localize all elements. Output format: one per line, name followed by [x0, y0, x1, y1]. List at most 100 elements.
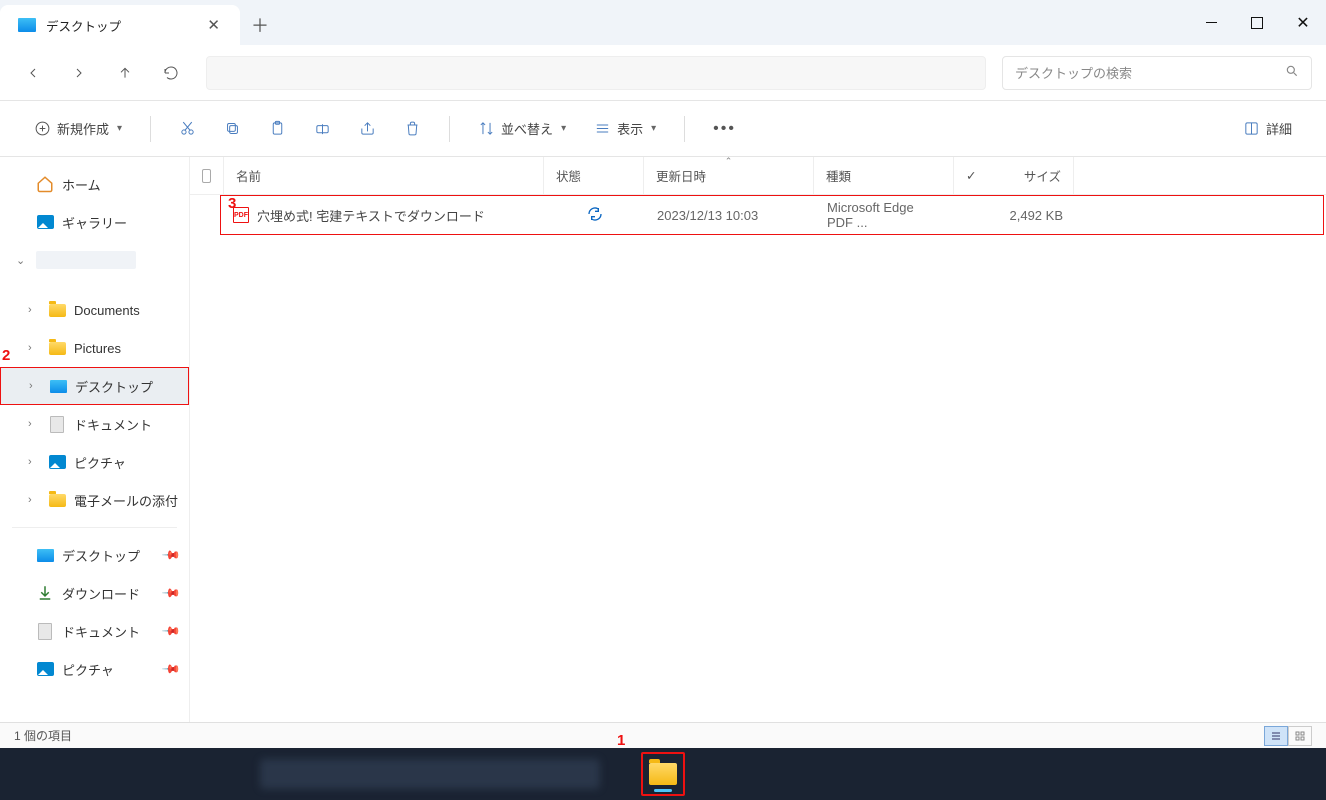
details-view-button[interactable] — [1264, 726, 1288, 746]
file-name-cell: 穴埋め式! 宅建テキストでダウンロード — [221, 206, 545, 225]
chevron-down-icon: ▾ — [651, 123, 656, 134]
close-window-button[interactable]: ✕ — [1280, 0, 1326, 45]
maximize-button[interactable] — [1234, 0, 1280, 45]
body: ホーム ギャラリー ⌄ › Documents › Pictures › デスク… — [0, 157, 1326, 722]
sidebar-item-desktop[interactable]: › デスクトップ — [0, 367, 189, 405]
search-box[interactable]: デスクトップの検索 — [1002, 56, 1312, 90]
titlebar: デスクトップ ✕ ＋ ✕ — [0, 0, 1326, 45]
sidebar-item-email[interactable]: › 電子メールの添付 — [0, 481, 189, 519]
sidebar-label: ギャラリー — [62, 213, 127, 232]
up-button[interactable] — [106, 55, 144, 91]
file-state-cell — [545, 206, 645, 225]
taskbar-explorer-icon[interactable] — [641, 752, 685, 796]
header-date[interactable]: ⌃ 更新日時 — [644, 157, 814, 194]
tab-active[interactable]: デスクトップ ✕ — [0, 5, 240, 45]
sidebar-item-pictures[interactable]: › Pictures — [0, 329, 189, 367]
more-button[interactable]: ••• — [703, 111, 746, 147]
sidebar[interactable]: ホーム ギャラリー ⌄ › Documents › Pictures › デスク… — [0, 157, 190, 722]
chevron-down-icon: ▾ — [117, 123, 122, 134]
search-placeholder: デスクトップの検索 — [1015, 63, 1132, 82]
sidebar-item-documents-jp[interactable]: › ドキュメント — [0, 405, 189, 443]
pin-icon: 📌 — [161, 659, 181, 679]
item-count: 1 個の項目 — [14, 727, 72, 744]
sidebar-quick-download[interactable]: ダウンロード 📌 — [0, 574, 189, 612]
folder-icon — [48, 491, 66, 509]
sidebar-quick-pictures[interactable]: ピクチャ 📌 — [0, 650, 189, 688]
sidebar-label: ドキュメント — [74, 415, 152, 434]
status-bar: 1 個の項目 — [0, 722, 1326, 748]
sidebar-label: Documents — [74, 303, 140, 318]
share-button[interactable] — [349, 111, 386, 147]
paste-button[interactable] — [259, 111, 296, 147]
tab-close-button[interactable]: ✕ — [201, 14, 226, 36]
sidebar-label: ドキュメント — [62, 622, 140, 641]
header-state[interactable]: 状態 — [544, 157, 644, 194]
sync-icon — [587, 206, 603, 225]
pin-icon: 📌 — [161, 621, 181, 641]
address-bar[interactable] — [206, 56, 986, 90]
check-icon: ✓ — [966, 168, 976, 183]
toolbar: 新規作成 ▾ 並べ替え ▾ 表示 ▾ ••• 詳細 — [0, 101, 1326, 157]
chevron-right-icon[interactable]: › — [28, 494, 40, 506]
sidebar-label: ホーム — [62, 175, 101, 194]
sort-button[interactable]: 並べ替え ▾ — [468, 111, 576, 147]
chevron-right-icon[interactable]: › — [28, 456, 40, 468]
file-row[interactable]: 穴埋め式! 宅建テキストでダウンロード 2023/12/13 10:03 Mic… — [220, 195, 1324, 235]
icons-view-button[interactable] — [1288, 726, 1312, 746]
chevron-down-icon[interactable]: ⌄ — [16, 254, 28, 267]
delete-button[interactable] — [394, 111, 431, 147]
header-type[interactable]: 種類 — [814, 157, 954, 194]
folder-icon — [48, 339, 66, 357]
window-controls: ✕ — [1188, 0, 1326, 45]
sort-indicator-up-icon: ⌃ — [725, 156, 733, 167]
view-button[interactable]: 表示 ▾ — [584, 111, 666, 147]
sidebar-label: ピクチャ — [62, 660, 114, 679]
annotation-2: 2 — [2, 347, 10, 364]
sidebar-item-pictures-jp[interactable]: › ピクチャ — [0, 443, 189, 481]
desktop-icon — [18, 18, 36, 32]
details-button[interactable]: 詳細 — [1233, 111, 1302, 147]
tab-title: デスクトップ — [46, 16, 191, 35]
cut-button[interactable] — [169, 111, 206, 147]
rename-button[interactable] — [304, 111, 341, 147]
forward-button[interactable] — [60, 55, 98, 91]
annotation-1: 1 — [617, 732, 625, 749]
chevron-right-icon[interactable]: › — [28, 342, 40, 354]
header-name[interactable]: 名前 — [224, 157, 544, 194]
sidebar-item-home[interactable]: ホーム — [0, 165, 189, 203]
pin-icon: 📌 — [161, 545, 181, 565]
new-button[interactable]: 新規作成 ▾ — [24, 111, 132, 147]
sidebar-quick-desktop[interactable]: デスクトップ 📌 — [0, 536, 189, 574]
file-type-cell: Microsoft Edge PDF ... — [815, 200, 955, 230]
sidebar-label: ピクチャ — [74, 453, 126, 472]
chevron-right-icon[interactable]: › — [28, 304, 40, 316]
sidebar-label: 電子メールの添付 — [74, 491, 178, 510]
column-headers: 名前 状態 ⌃ 更新日時 種類 ✓サイズ — [190, 157, 1326, 195]
sidebar-item-gallery[interactable]: ギャラリー — [0, 203, 189, 241]
gallery-icon — [36, 660, 54, 678]
view-toggle — [1264, 726, 1312, 746]
minimize-button[interactable] — [1188, 0, 1234, 45]
nav-bar: デスクトップの検索 — [0, 45, 1326, 101]
chevron-right-icon[interactable]: › — [29, 380, 41, 392]
sort-label: 並べ替え — [501, 119, 553, 138]
details-label: 詳細 — [1266, 119, 1292, 138]
folder-icon — [48, 301, 66, 319]
header-size[interactable]: ✓サイズ — [954, 157, 1074, 194]
new-tab-button[interactable]: ＋ — [240, 5, 280, 45]
refresh-button[interactable] — [152, 55, 190, 91]
new-label: 新規作成 — [57, 119, 109, 138]
sidebar-item-documents[interactable]: › Documents — [0, 291, 189, 329]
sidebar-label: デスクトップ — [75, 377, 153, 396]
home-icon — [36, 175, 54, 193]
sidebar-quick-documents[interactable]: ドキュメント 📌 — [0, 612, 189, 650]
chevron-right-icon[interactable]: › — [28, 418, 40, 430]
desktop-icon — [49, 377, 67, 395]
back-button[interactable] — [14, 55, 52, 91]
header-checkbox[interactable] — [190, 157, 224, 194]
main-content: 名前 状態 ⌃ 更新日時 種類 ✓サイズ 穴埋め式! 宅建テキストでダウンロード… — [190, 157, 1326, 722]
sidebar-item-expand[interactable]: ⌄ — [0, 241, 189, 279]
copy-button[interactable] — [214, 111, 251, 147]
file-size-cell: 2,492 KB — [955, 208, 1075, 223]
desktop-icon — [36, 546, 54, 564]
